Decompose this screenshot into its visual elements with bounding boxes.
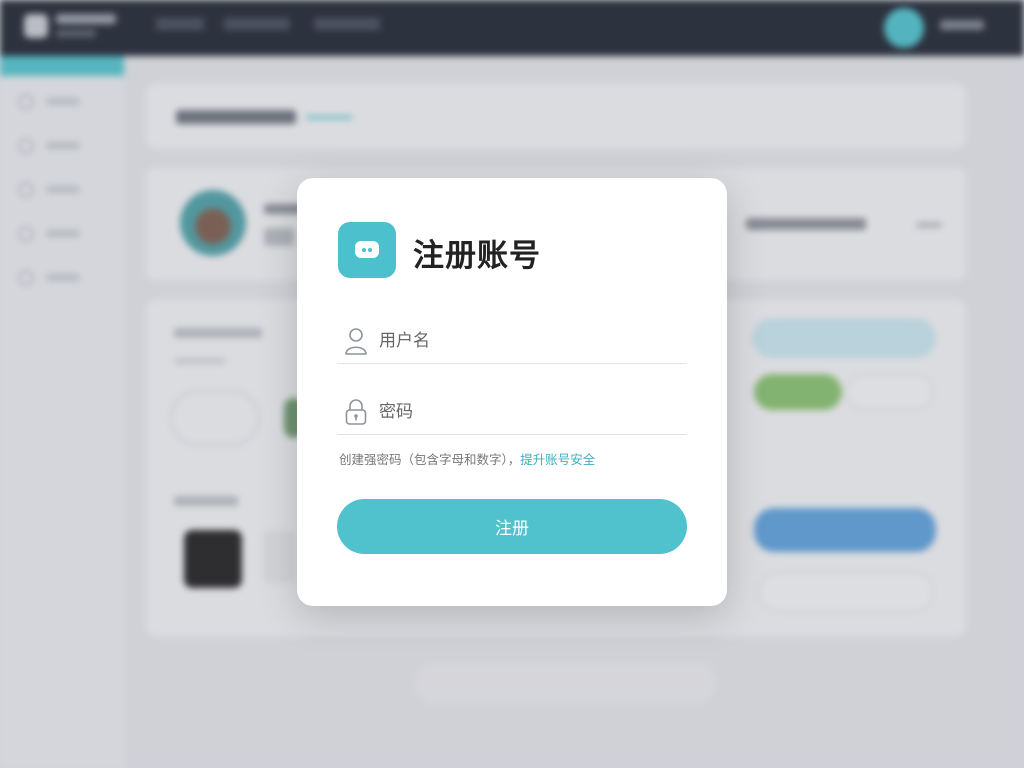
username-field[interactable] bbox=[337, 320, 687, 364]
password-hint: 创建强密码（包含字母和数字），提升账号安全 bbox=[339, 449, 689, 468]
password-hint-text: 创建强密码（包含字母和数字）， bbox=[339, 452, 521, 467]
security-link[interactable]: 提升账号安全 bbox=[520, 452, 595, 467]
lock-icon bbox=[343, 397, 369, 431]
password-field[interactable] bbox=[337, 391, 687, 435]
user-icon bbox=[343, 326, 369, 360]
chat-bubble-icon bbox=[338, 222, 396, 278]
password-input[interactable] bbox=[379, 399, 679, 425]
register-dialog: 注册账号 创建强密码（包含字母和数字），提升账号安全 注册 bbox=[297, 178, 727, 606]
username-input[interactable] bbox=[379, 328, 679, 354]
dialog-title: 注册账号 bbox=[413, 238, 541, 274]
register-button[interactable]: 注册 bbox=[337, 499, 687, 554]
